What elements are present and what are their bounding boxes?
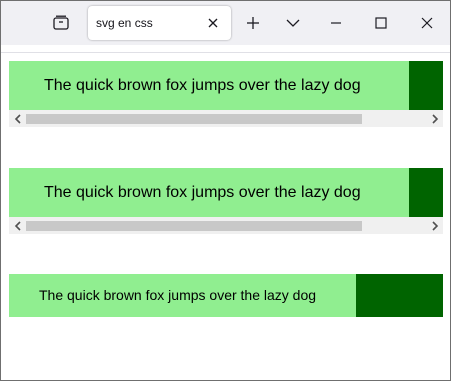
scroll-left-icon[interactable] (9, 110, 26, 127)
tab-title: svg en css (96, 16, 153, 30)
list-all-tabs-icon[interactable] (51, 13, 71, 33)
banner-1-dark-block (409, 61, 443, 110)
banner-2-dark-block (409, 168, 443, 217)
scroll-right-icon[interactable] (426, 217, 443, 234)
maximize-icon[interactable] (371, 13, 391, 33)
browser-window: svg en css The quick brown fox jumps ove… (0, 0, 451, 381)
scroll-container-2[interactable]: The quick brown fox jumps over the lazy … (9, 168, 443, 234)
window-close-icon[interactable] (417, 13, 437, 33)
tab-active[interactable]: svg en css (88, 6, 231, 40)
banner-1-text: The quick brown fox jumps over the lazy … (44, 77, 361, 94)
scroll-right-icon[interactable] (426, 110, 443, 127)
toolbar-divider (1, 45, 450, 53)
horizontal-scrollbar-2[interactable] (9, 217, 443, 234)
banner-1: The quick brown fox jumps over the lazy … (9, 61, 443, 110)
scroll-container-1[interactable]: The quick brown fox jumps over the lazy … (9, 61, 443, 127)
chevron-down-icon[interactable] (283, 13, 303, 33)
banner-3: The quick brown fox jumps over the lazy … (9, 274, 443, 317)
scroll-left-icon[interactable] (9, 217, 26, 234)
close-icon[interactable] (206, 16, 220, 30)
banner-3-dark-block (356, 274, 443, 317)
scroll-thumb-2[interactable] (26, 221, 362, 231)
horizontal-scrollbar-1[interactable] (9, 110, 443, 127)
plus-icon[interactable] (243, 13, 263, 33)
banner-2: The quick brown fox jumps over the lazy … (9, 168, 443, 217)
minimize-icon[interactable] (326, 13, 346, 33)
title-bar: svg en css (1, 1, 450, 45)
scroll-thumb-1[interactable] (26, 114, 362, 124)
banner-3-text: The quick brown fox jumps over the lazy … (39, 287, 317, 303)
banner-2-text: The quick brown fox jumps over the lazy … (44, 184, 361, 201)
